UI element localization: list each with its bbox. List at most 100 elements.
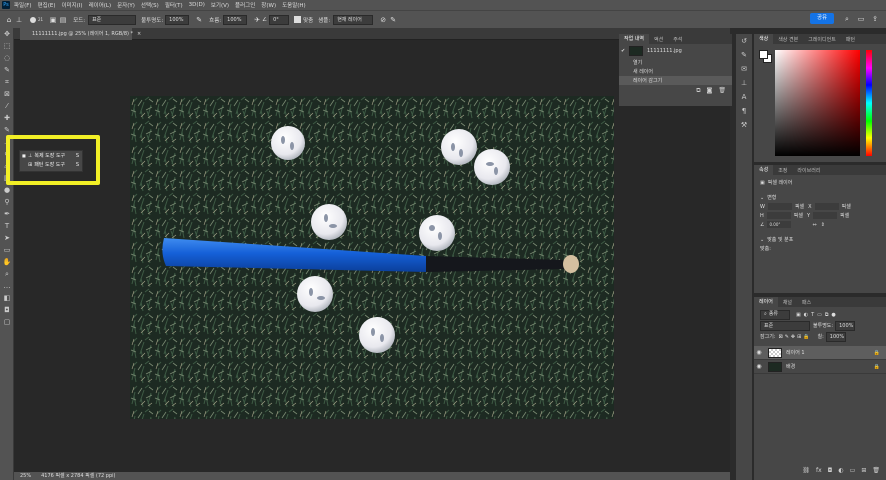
- tab-history[interactable]: 작업 내역: [619, 34, 649, 44]
- link-layers-icon[interactable]: ⛓: [802, 467, 810, 474]
- new-document-icon[interactable]: ⧉: [696, 87, 700, 95]
- new-layer-icon[interactable]: ⊞: [861, 467, 866, 474]
- layer-style-icon[interactable]: fx: [816, 467, 822, 474]
- color-picker-field[interactable]: [775, 50, 860, 156]
- flow-input[interactable]: 100%: [223, 14, 248, 25]
- menu-plugins[interactable]: 플러그인: [235, 1, 255, 9]
- menu-file[interactable]: 파일(F): [14, 1, 32, 9]
- history-item[interactable]: 레이어 감그기: [619, 76, 732, 85]
- lasso-tool-icon[interactable]: ◌: [0, 52, 14, 64]
- tab-layers[interactable]: 레이어: [754, 297, 778, 307]
- menu-edit[interactable]: 편집(E): [38, 1, 56, 9]
- delete-layer-icon[interactable]: 🗑: [872, 467, 880, 474]
- ignore-adjustment-icon[interactable]: ⊘: [378, 15, 388, 25]
- history-snapshot[interactable]: ✔ 11111111.jpg: [619, 44, 732, 58]
- crop-tool-icon[interactable]: ⌗: [0, 76, 14, 88]
- clone-source-icon[interactable]: ▤: [58, 15, 68, 25]
- mode-select[interactable]: 표준: [88, 14, 137, 25]
- eyedropper-tool-icon[interactable]: ⁄: [0, 100, 14, 112]
- pen-tool-icon[interactable]: ✒: [0, 208, 14, 220]
- brush-settings-icon[interactable]: ▣: [48, 15, 58, 25]
- share-icon[interactable]: ⇪: [870, 14, 880, 24]
- menu-layer[interactable]: 레이어(L): [89, 1, 112, 9]
- tab-libraries[interactable]: 라이브러리: [792, 167, 825, 174]
- layer-row[interactable]: ◉ 배경 🔒: [754, 360, 886, 374]
- chevron-down-icon[interactable]: ⌄: [760, 237, 764, 243]
- tab-properties[interactable]: 속성: [754, 165, 774, 175]
- workspace-icon[interactable]: ▭: [856, 14, 866, 24]
- home-icon[interactable]: ⌂: [4, 15, 14, 25]
- menu-window[interactable]: 창(W): [261, 1, 276, 9]
- layer-row[interactable]: ◉ 레이어 1 🔒: [754, 346, 886, 360]
- menu-filter[interactable]: 필터(T): [165, 1, 183, 9]
- tab-color[interactable]: 색상: [754, 34, 774, 44]
- flip-vertical-icon[interactable]: ⇕: [821, 222, 825, 228]
- hand-tool-icon[interactable]: ✋: [0, 256, 14, 268]
- marquee-tool-icon[interactable]: ⬚: [0, 40, 14, 52]
- chevron-down-icon[interactable]: ⌄: [760, 195, 764, 201]
- opacity-input[interactable]: 100%: [165, 14, 190, 25]
- menu-3d[interactable]: 3D(D): [189, 2, 205, 8]
- document-tab[interactable]: 11111111.jpg @ 25% (레이어 1, RGB/8) * ×: [20, 28, 141, 40]
- zoom-level[interactable]: 25%: [20, 472, 31, 480]
- tab-actions[interactable]: 액션: [649, 36, 668, 43]
- clone-stamp-preset-icon[interactable]: ⊥: [14, 15, 24, 25]
- menu-help[interactable]: 도움말(H): [282, 1, 306, 9]
- dodge-tool-icon[interactable]: ⚲: [0, 196, 14, 208]
- camera-icon[interactable]: ◙: [707, 87, 713, 95]
- foreground-color-swatch[interactable]: [759, 50, 768, 59]
- eye-icon[interactable]: ◉: [754, 363, 764, 370]
- brush-panel-icon[interactable]: ✎: [736, 48, 752, 62]
- move-tool-icon[interactable]: ✥: [0, 28, 14, 40]
- y-field[interactable]: [813, 212, 838, 219]
- comment-icon[interactable]: ✉: [736, 62, 752, 76]
- menu-select[interactable]: 선택(S): [141, 1, 159, 9]
- color-swatches-icon[interactable]: ◧: [0, 292, 14, 304]
- more-tools-icon[interactable]: …: [0, 280, 14, 292]
- menu-view[interactable]: 보기(V): [211, 1, 229, 9]
- document-image[interactable]: [130, 96, 614, 419]
- paragraph-panel-icon[interactable]: ¶: [736, 104, 752, 118]
- healing-brush-tool-icon[interactable]: ✚: [0, 112, 14, 124]
- close-tab-icon[interactable]: ×: [137, 31, 141, 37]
- x-field[interactable]: [814, 203, 839, 210]
- screen-mode-icon[interactable]: ▢: [0, 316, 14, 328]
- blur-tool-icon[interactable]: ●: [0, 184, 14, 196]
- tab-adjustments[interactable]: 조정: [773, 167, 792, 174]
- blend-mode-select[interactable]: 표준: [760, 320, 810, 331]
- hue-slider[interactable]: [866, 50, 872, 156]
- quick-mask-icon[interactable]: ◘: [0, 304, 14, 316]
- type-tool-icon[interactable]: T: [0, 220, 14, 232]
- new-group-icon[interactable]: ▭: [850, 467, 856, 474]
- trash-icon[interactable]: 🗑: [718, 87, 726, 95]
- height-field[interactable]: [766, 212, 791, 219]
- clone-source-panel-icon[interactable]: ⊥: [736, 76, 752, 90]
- history-panel-icon[interactable]: ↺: [736, 34, 752, 48]
- align-checkbox[interactable]: [294, 16, 302, 23]
- filter-icons[interactable]: ▣◐T▭⧉●: [796, 312, 839, 318]
- pressure-size-icon[interactable]: ✎: [388, 15, 398, 25]
- tab-patterns[interactable]: 패턴: [841, 36, 860, 43]
- eye-icon[interactable]: ◉: [754, 349, 764, 356]
- tool-presets-icon[interactable]: ⚒: [736, 118, 752, 132]
- brush-preset-picker[interactable]: 21: [30, 16, 43, 23]
- tab-gradients[interactable]: 그레이디언트: [803, 36, 841, 43]
- width-field[interactable]: [767, 203, 792, 210]
- history-item[interactable]: 열기: [619, 58, 732, 67]
- tab-notes[interactable]: 주석: [668, 36, 687, 43]
- layer-opacity-input[interactable]: 100%: [835, 320, 856, 331]
- share-button[interactable]: 공유: [810, 13, 834, 24]
- flip-horizontal-icon[interactable]: ⇔: [812, 222, 816, 228]
- menu-image[interactable]: 이미지(I): [61, 1, 82, 9]
- sample-select[interactable]: 현재 레이어: [333, 14, 374, 25]
- search-icon[interactable]: ⌕: [842, 14, 852, 24]
- lock-icons[interactable]: ⊠✎✥⊞🔒: [779, 334, 812, 340]
- layer-filter-select[interactable]: ⌕ 종류: [760, 309, 790, 320]
- tab-swatches[interactable]: 색상 견본: [773, 36, 803, 43]
- shape-tool-icon[interactable]: ▭: [0, 244, 14, 256]
- quick-select-tool-icon[interactable]: ✎: [0, 64, 14, 76]
- adjustment-layer-icon[interactable]: ◐: [838, 467, 843, 474]
- fill-input[interactable]: 100%: [825, 331, 846, 342]
- frame-tool-icon[interactable]: ⊠: [0, 88, 14, 100]
- character-panel-icon[interactable]: A: [736, 90, 752, 104]
